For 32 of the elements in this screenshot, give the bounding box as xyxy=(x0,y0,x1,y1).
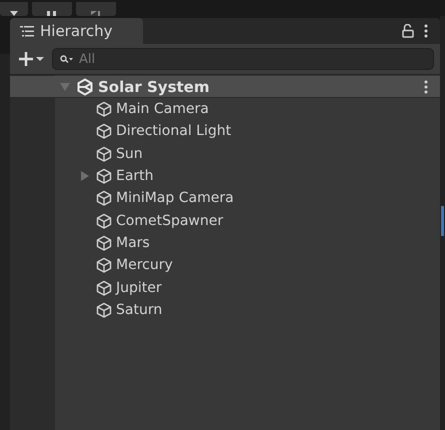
cube-icon xyxy=(96,280,112,296)
object-name[interactable]: Jupiter xyxy=(116,280,162,296)
cube-icon xyxy=(96,101,112,118)
cube-icon xyxy=(96,168,112,184)
scene-row[interactable]: Solar System xyxy=(10,76,440,98)
list-icon xyxy=(20,26,34,36)
object-name[interactable]: MiniMap Camera xyxy=(116,190,234,206)
cube-icon xyxy=(96,234,112,251)
object-name[interactable]: Earth xyxy=(116,168,154,184)
scene-name: Solar System xyxy=(98,78,210,96)
cube-icon xyxy=(96,302,112,318)
create-button[interactable] xyxy=(18,51,44,67)
scrollbar-thumb[interactable] xyxy=(441,206,444,236)
object-name[interactable]: CometSpawner xyxy=(116,212,224,229)
lock-icon[interactable] xyxy=(402,24,414,38)
search-field[interactable]: All xyxy=(52,48,434,70)
more-icon[interactable] xyxy=(424,80,428,94)
pause-icon[interactable] xyxy=(47,11,57,16)
object-name[interactable]: Sun xyxy=(116,146,143,162)
more-icon[interactable] xyxy=(424,24,428,38)
cube-icon xyxy=(96,212,112,229)
cube-icon xyxy=(96,257,112,274)
cube-icon xyxy=(96,123,112,140)
cube-icon xyxy=(96,146,112,162)
object-name[interactable]: Saturn xyxy=(116,302,162,318)
object-name[interactable]: Mars xyxy=(116,234,150,251)
object-name[interactable]: Directional Light xyxy=(116,123,232,140)
cube-icon xyxy=(96,190,112,206)
unity-logo-icon xyxy=(76,78,94,96)
hierarchy-tab[interactable]: Hierarchy xyxy=(10,18,143,44)
object-name[interactable]: Main Camera xyxy=(116,101,209,118)
object-name[interactable]: Mercury xyxy=(116,257,173,274)
